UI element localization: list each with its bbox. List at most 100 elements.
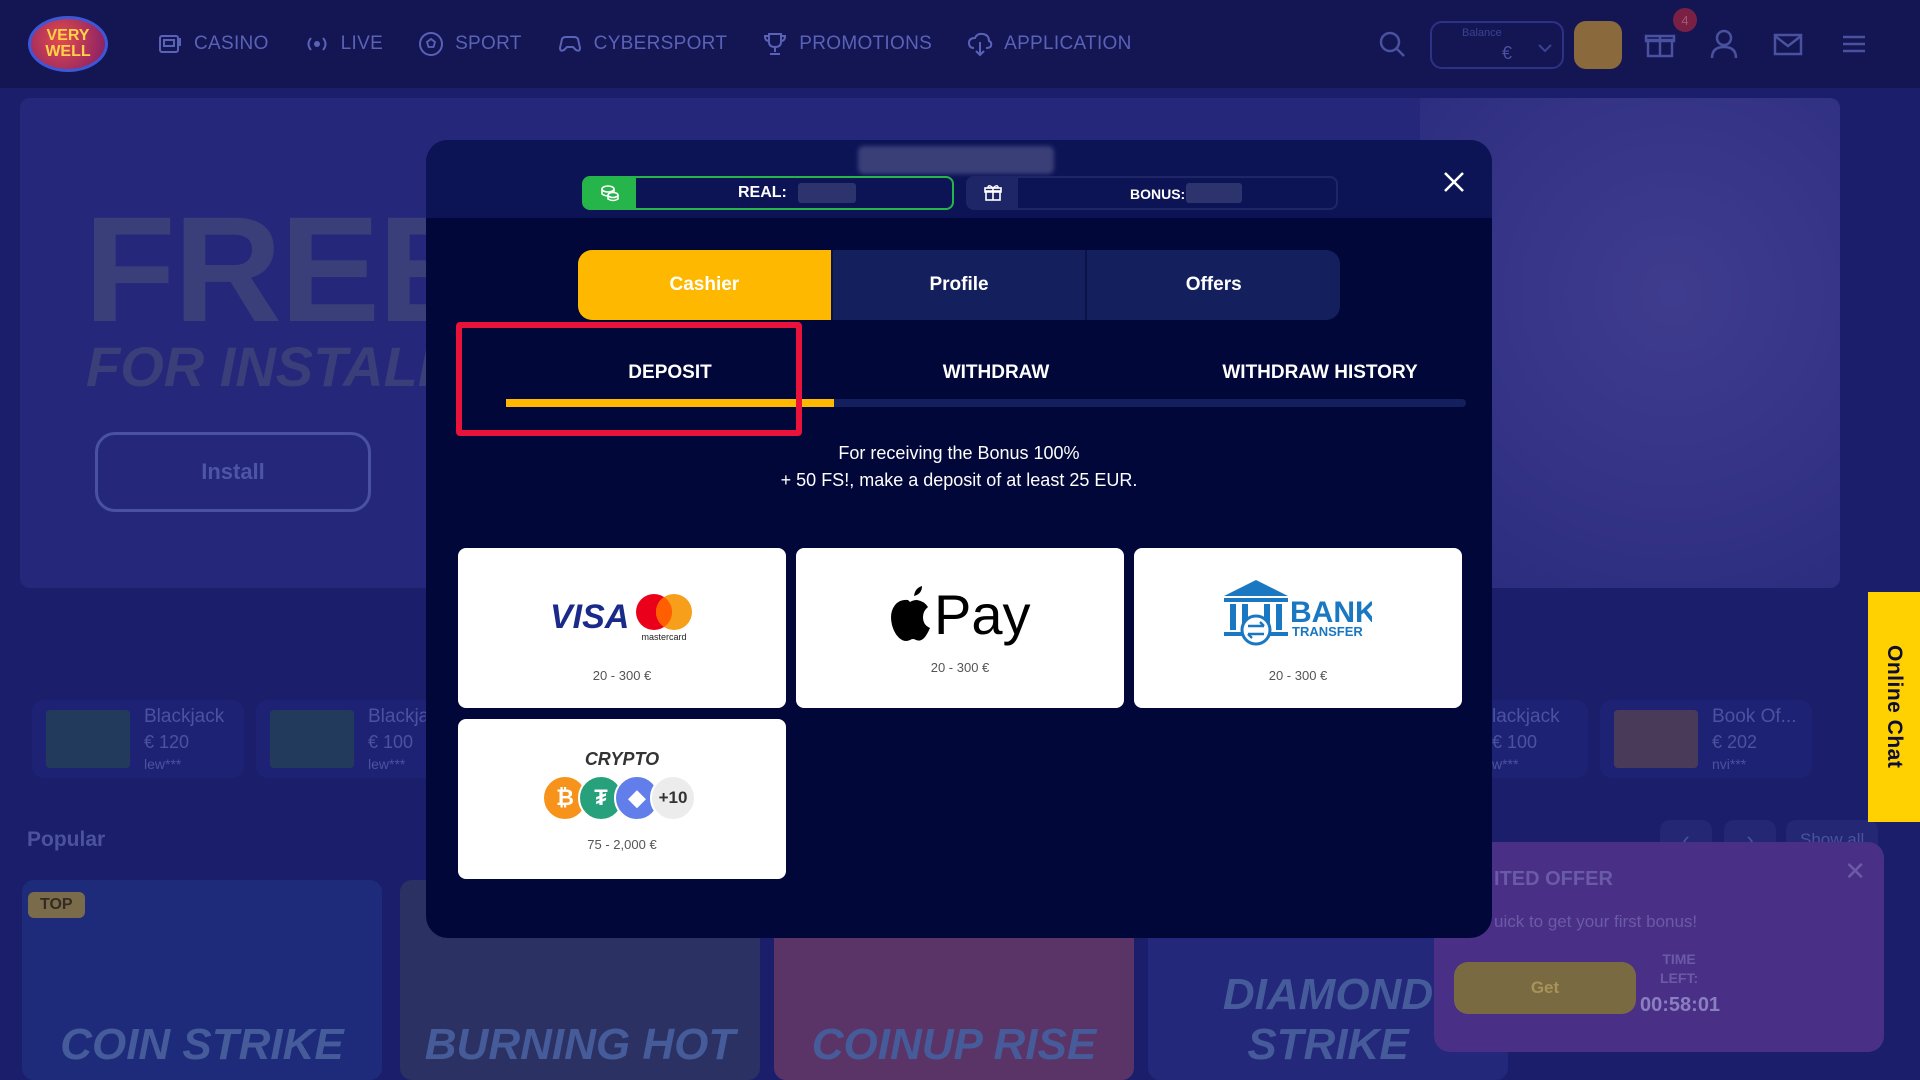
nav-application[interactable]: APPLICATION [966,30,1132,58]
nav-live-label: LIVE [340,33,384,54]
payment-method-card[interactable]: CRYPTO ₿ ₮ ◆ +10 75 - 2,000 € [458,719,786,879]
win-card[interactable]: Book Of... € 202 nvi*** [1600,700,1812,778]
time-left-label: TIME LEFT: [1660,951,1699,986]
main-nav: CASINO LIVE SPORT CYBERSPORT PROMOTIONS … [156,30,1132,58]
win-user: lew*** [144,756,182,772]
win-user: lew*** [368,756,406,772]
mail-icon[interactable] [1772,28,1804,60]
game-title: COINUP RISE [811,1020,1097,1069]
apple-pay-icon: Pay [891,583,1031,646]
gift-badge: 4 [1673,8,1697,32]
menu-icon[interactable] [1838,28,1870,60]
game-title: COIN STRIKE [60,1020,344,1069]
modal-header: REAL: BONUS: [426,140,1492,218]
real-balance-pill[interactable]: REAL: [582,176,954,210]
wallet-button[interactable] [1574,21,1622,69]
real-balance-label: REAL: [738,184,787,201]
time-left-value: 00:58:01 [1640,994,1721,1016]
hero-subtitle: FOR INSTALL [86,335,453,398]
popular-section-title: Popular [27,828,106,851]
nav-promotions[interactable]: PROMOTIONS [761,30,932,58]
payment-method-card[interactable]: VISA mastercard 20 - 300 € [458,548,786,708]
real-balance-blurred [798,183,856,203]
search-icon[interactable] [1376,28,1408,60]
casino-icon [159,35,181,53]
win-card[interactable]: Blackjack € 120 lew*** [32,700,244,778]
balance-selector[interactable]: Balance € [1430,21,1564,69]
nav-live[interactable]: LIVE [303,30,383,58]
offer-close-icon[interactable]: ✕ [1844,856,1866,887]
nav-promotions-label: PROMOTIONS [799,33,933,54]
tab-offers[interactable]: Offers [1087,250,1340,320]
install-button[interactable]: Install [95,432,371,512]
close-icon [1444,172,1464,192]
win-game-name: Book Of... [1712,706,1797,727]
sport-icon [419,32,444,56]
subtab-withdraw-history[interactable]: WITHDRAW HISTORY [1160,362,1480,384]
balance-currency: € [1502,43,1513,63]
game-thumbnail [46,710,130,768]
download-icon [968,32,993,57]
win-user: w*** [1492,756,1519,772]
win-amount: € 120 [144,732,190,752]
win-amount: € 202 [1712,732,1758,752]
bonus-promo-text: For receiving the Bonus 100% + 50 FS!, m… [426,440,1492,494]
transfer-logo-text: TRANSFER [1292,624,1363,639]
offer-get-button[interactable]: Get [1454,962,1636,1014]
win-amount: € 100 [368,732,414,752]
payment-range: 20 - 300 € [930,660,990,675]
win-amount: € 100 [1492,732,1538,752]
payment-range: 75 - 2,000 € [587,837,657,852]
username-blurred [858,146,1054,174]
payment-method-card[interactable]: BANK TRANSFER 20 - 300 € [1134,548,1462,708]
subtab-withdraw[interactable]: WITHDRAW [836,362,1156,384]
limited-offer-popup: ITED OFFER uick to get your first bonus!… [1434,842,1884,1052]
offer-subtitle: uick to get your first bonus! [1494,912,1698,931]
bank-transfer-icon: BANK TRANSFER [1224,580,1372,646]
promo-line-2: + 50 FS!, make a deposit of at least 25 … [780,470,1138,490]
visa-mastercard-icon: VISA mastercard [550,594,692,642]
close-button[interactable] [1436,164,1472,200]
trophy-icon [764,33,787,55]
logo-text: VERY WELL [45,27,91,60]
gift-icon[interactable] [1644,28,1676,60]
user-icon[interactable] [1708,28,1740,60]
game-title: BURNING HOT [424,1020,736,1069]
visa-logo-text: VISA [550,598,629,636]
coins-icon [584,178,636,208]
nav-sport-label: SPORT [455,33,522,54]
modal-tabs: Cashier Profile Offers [578,250,1340,320]
game-tag: TOP [28,892,85,918]
win-game-name: Blackjack [144,706,225,727]
gamepad-icon [558,36,581,52]
nav-casino[interactable]: CASINO [156,30,269,58]
bonus-balance-pill[interactable]: BONUS: [966,176,1338,210]
apple-pay-logo-text: Pay [934,583,1031,646]
mastercard-logo-text: mastercard [641,632,686,642]
bonus-balance-label: BONUS: [1130,186,1186,202]
balance-label: Balance [1462,27,1502,39]
online-chat-tab[interactable]: Online Chat [1868,592,1920,822]
nav-cybersport-label: CYBERSPORT [593,33,728,54]
nav-cybersport[interactable]: CYBERSPORT [556,30,728,58]
offer-title: ITED OFFER [1494,868,1613,890]
crypto-label: CRYPTO [584,749,660,769]
game-thumbnail [270,710,354,768]
payment-method-card[interactable]: Pay 20 - 300 € [796,548,1124,708]
bonus-balance-blurred [1186,183,1242,203]
game-thumbnail [1614,710,1698,768]
promo-line-1: For receiving the Bonus 100% [838,443,1080,463]
top-navigation-bar: VERY WELL CASINO LIVE SPORT CYBERSPORT P… [0,0,1920,88]
nav-application-label: APPLICATION [1004,33,1132,54]
site-logo[interactable]: VERY WELL [28,16,108,72]
gift-icon [968,178,1018,208]
tab-profile[interactable]: Profile [833,250,1088,320]
tab-cashier[interactable]: Cashier [578,250,833,320]
payment-range: 20 - 300 € [592,668,652,683]
nav-casino-label: CASINO [194,33,269,54]
live-icon [307,37,327,51]
cashier-modal: REAL: BONUS: Cashier Profile Offers DEPO… [426,140,1492,938]
nav-sport[interactable]: SPORT [417,30,522,58]
win-user: nvi*** [1712,756,1747,772]
win-game-name: lackjack [1492,706,1560,727]
